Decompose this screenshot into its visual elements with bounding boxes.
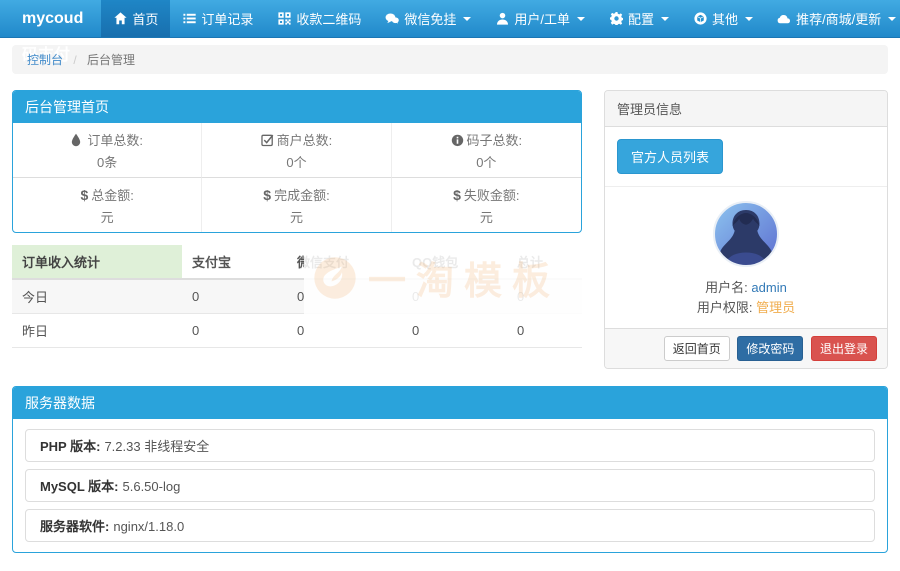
server-item-mysql: MySQL 版本:5.6.50-log: [25, 469, 875, 502]
cube-circle-icon: [693, 12, 707, 26]
cell-value: 0: [287, 314, 402, 348]
admin-column: 管理员信息 官方人员列表: [604, 90, 888, 369]
col-total: 总计: [507, 245, 582, 279]
official-staff-list-button[interactable]: 官方人员列表: [617, 139, 723, 174]
back-home-button[interactable]: 返回首页: [664, 336, 730, 361]
stat-value: 0条: [17, 152, 197, 171]
nav-item-wechat-free[interactable]: 微信免挂: [373, 0, 483, 37]
income-table-title: 订单收入统计: [12, 245, 182, 279]
stats-grid: 订单总数: 0条 商户总数: 0个 码子总数: 0个 $总金额: 元: [13, 123, 581, 232]
col-qq-wallet: QQ钱包: [402, 245, 507, 279]
nav-item-home[interactable]: 首页: [101, 0, 170, 37]
cell-value: 0: [507, 279, 582, 314]
check-square-icon: [261, 133, 274, 147]
breadcrumb-home-link[interactable]: 控制台: [27, 53, 63, 67]
stat-value: 0个: [206, 152, 386, 171]
nav-item-other[interactable]: 其他: [681, 0, 765, 37]
stat-value: 元: [396, 207, 577, 226]
dollar-icon: $: [453, 187, 461, 203]
admin-panel: 管理员信息 官方人员列表: [604, 90, 888, 369]
cell-value: 0: [182, 279, 287, 314]
stat-completed-amount: $完成金额: 元: [202, 178, 391, 232]
top-navbar: mycoud码支付 首页 订单记录 收款二维码 微信免挂 用户/工单: [0, 0, 900, 38]
chevron-down-icon: [745, 17, 753, 21]
server-item-software: 服务器软件:nginx/1.18.0: [25, 509, 875, 542]
logout-button[interactable]: 退出登录: [811, 336, 877, 361]
main-nav: 首页 订单记录 收款二维码 微信免挂 用户/工单 配置: [101, 0, 900, 37]
qrcode-icon: [277, 12, 291, 26]
nav-item-qrcode[interactable]: 收款二维码: [265, 0, 373, 37]
dashboard-panel-title: 后台管理首页: [13, 91, 581, 123]
change-password-button[interactable]: 修改密码: [737, 336, 803, 361]
user-icon: [495, 12, 509, 26]
list-icon: [182, 12, 196, 26]
role-badge: 管理员: [756, 300, 795, 315]
cell-value: 0: [402, 314, 507, 348]
breadcrumb: 控制台 / 后台管理: [12, 45, 888, 74]
cell-value: 0: [507, 314, 582, 348]
nav-item-config[interactable]: 配置: [597, 0, 681, 37]
avatar: [713, 201, 779, 267]
stat-value: 0个: [396, 152, 577, 171]
drop-icon: [71, 133, 84, 147]
nav-item-recommend-shop-update[interactable]: 推荐/商城/更新: [765, 0, 900, 37]
col-alipay: 支付宝: [182, 245, 287, 279]
dollar-icon: $: [80, 187, 88, 203]
row-label: 今日: [12, 279, 182, 314]
stat-failed-amount: $失败金额: 元: [392, 178, 581, 232]
username-value[interactable]: admin: [751, 280, 786, 295]
stat-code-total: 码子总数: 0个: [392, 123, 581, 178]
income-table-header-row: 订单收入统计 支付宝 微信支付 QQ钱包 总计: [12, 245, 582, 279]
stat-total-amount: $总金额: 元: [13, 178, 202, 232]
server-panel: 服务器数据 PHP 版本:7.2.33 非线程安全 MySQL 版本:5.6.5…: [12, 386, 888, 553]
table-row-today: 今日 0 0 0 0: [12, 279, 582, 314]
nav-item-order-records[interactable]: 订单记录: [170, 0, 265, 37]
server-panel-title: 服务器数据: [13, 387, 887, 419]
stat-value: 元: [17, 207, 197, 226]
role-row: 用户权限: 管理员: [617, 298, 875, 318]
breadcrumb-separator: /: [73, 53, 76, 67]
dashboard-panel: 后台管理首页 订单总数: 0条 商户总数: 0个 码子总数: 0个: [12, 90, 582, 233]
info-circle-icon: [451, 133, 464, 147]
admin-panel-footer: 返回首页 修改密码 退出登录: [605, 328, 887, 368]
gear-icon: [609, 12, 623, 26]
server-item-php: PHP 版本:7.2.33 非线程安全: [25, 429, 875, 462]
chevron-down-icon: [888, 17, 896, 21]
dollar-icon: $: [263, 187, 271, 203]
chevron-down-icon: [577, 17, 585, 21]
stat-value: 元: [206, 207, 386, 226]
wechat-icon: [385, 12, 399, 26]
table-row-yesterday: 昨日 0 0 0 0: [12, 314, 582, 348]
cloud-icon: [777, 12, 791, 26]
income-table: 订单收入统计 支付宝 微信支付 QQ钱包 总计 今日 0 0 0 0: [12, 245, 582, 348]
breadcrumb-current: 后台管理: [87, 53, 135, 67]
chevron-down-icon: [661, 17, 669, 21]
username-row: 用户名: admin: [617, 278, 875, 298]
dashboard-column: 后台管理首页 订单总数: 0条 商户总数: 0个 码子总数: 0个: [12, 90, 582, 348]
home-icon: [113, 12, 127, 26]
stat-order-total: 订单总数: 0条: [13, 123, 202, 178]
cell-value: 0: [287, 279, 402, 314]
row-label: 昨日: [12, 314, 182, 348]
stat-merchant-total: 商户总数: 0个: [202, 123, 391, 178]
chevron-down-icon: [463, 17, 471, 21]
nav-item-users-tickets[interactable]: 用户/工单: [483, 0, 597, 37]
admin-panel-title: 管理员信息: [605, 91, 887, 127]
cell-value: 0: [402, 279, 507, 314]
cell-value: 0: [182, 314, 287, 348]
brand-title: mycoud码支付: [0, 0, 101, 37]
col-wechat-pay: 微信支付: [287, 245, 402, 279]
